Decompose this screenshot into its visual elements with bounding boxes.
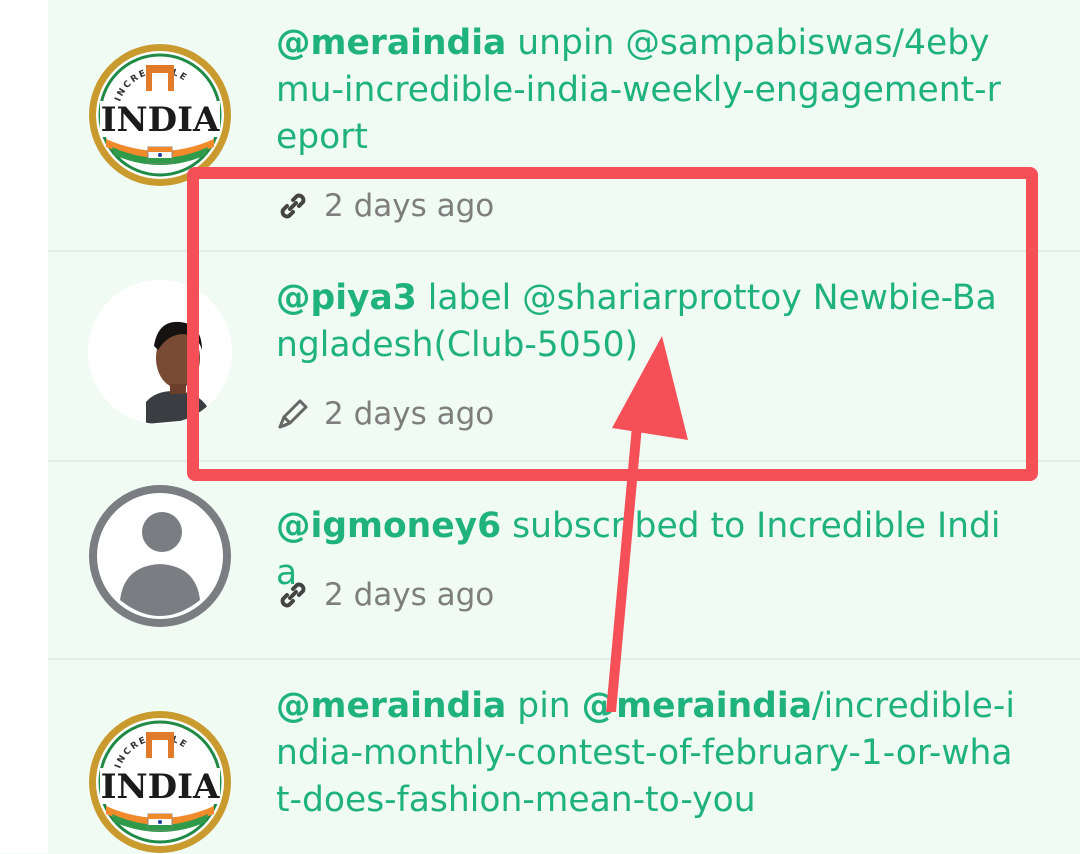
feed-item-text: @meraindia pin @meraindia/incredible-ind…: [276, 683, 1016, 824]
logo-word: INDIA: [101, 767, 220, 807]
incredible-india-logo: INCREDIBLE INDIA: [89, 711, 231, 853]
feed-action: pin: [506, 686, 582, 726]
user-avatar[interactable]: [88, 484, 232, 628]
left-margin: [0, 0, 48, 853]
feed-action: unpin: [506, 23, 626, 63]
default-user-avatar: [89, 485, 231, 627]
post-author: @meraindia: [581, 686, 812, 726]
feed-item-meta: 2 days ago: [276, 575, 494, 615]
username-link[interactable]: @meraindia: [276, 23, 506, 63]
logo-word: INDIA: [101, 100, 220, 140]
username-link[interactable]: @igmoney6: [276, 506, 501, 546]
incredible-india-logo: INCREDIBLE INDIA: [89, 44, 231, 186]
community-avatar[interactable]: INCREDIBLE INDIA: [88, 43, 232, 187]
username-link[interactable]: @meraindia: [276, 686, 506, 726]
divider: [48, 658, 1080, 660]
community-avatar[interactable]: INCREDIBLE INDIA: [88, 710, 232, 854]
annotation-highlight-box: [187, 167, 1038, 481]
link-icon: [280, 582, 306, 608]
timestamp: 2 days ago: [324, 577, 495, 613]
feed-item-text: @meraindia unpin @sampabiswas/4ebymu-inc…: [276, 20, 1016, 161]
